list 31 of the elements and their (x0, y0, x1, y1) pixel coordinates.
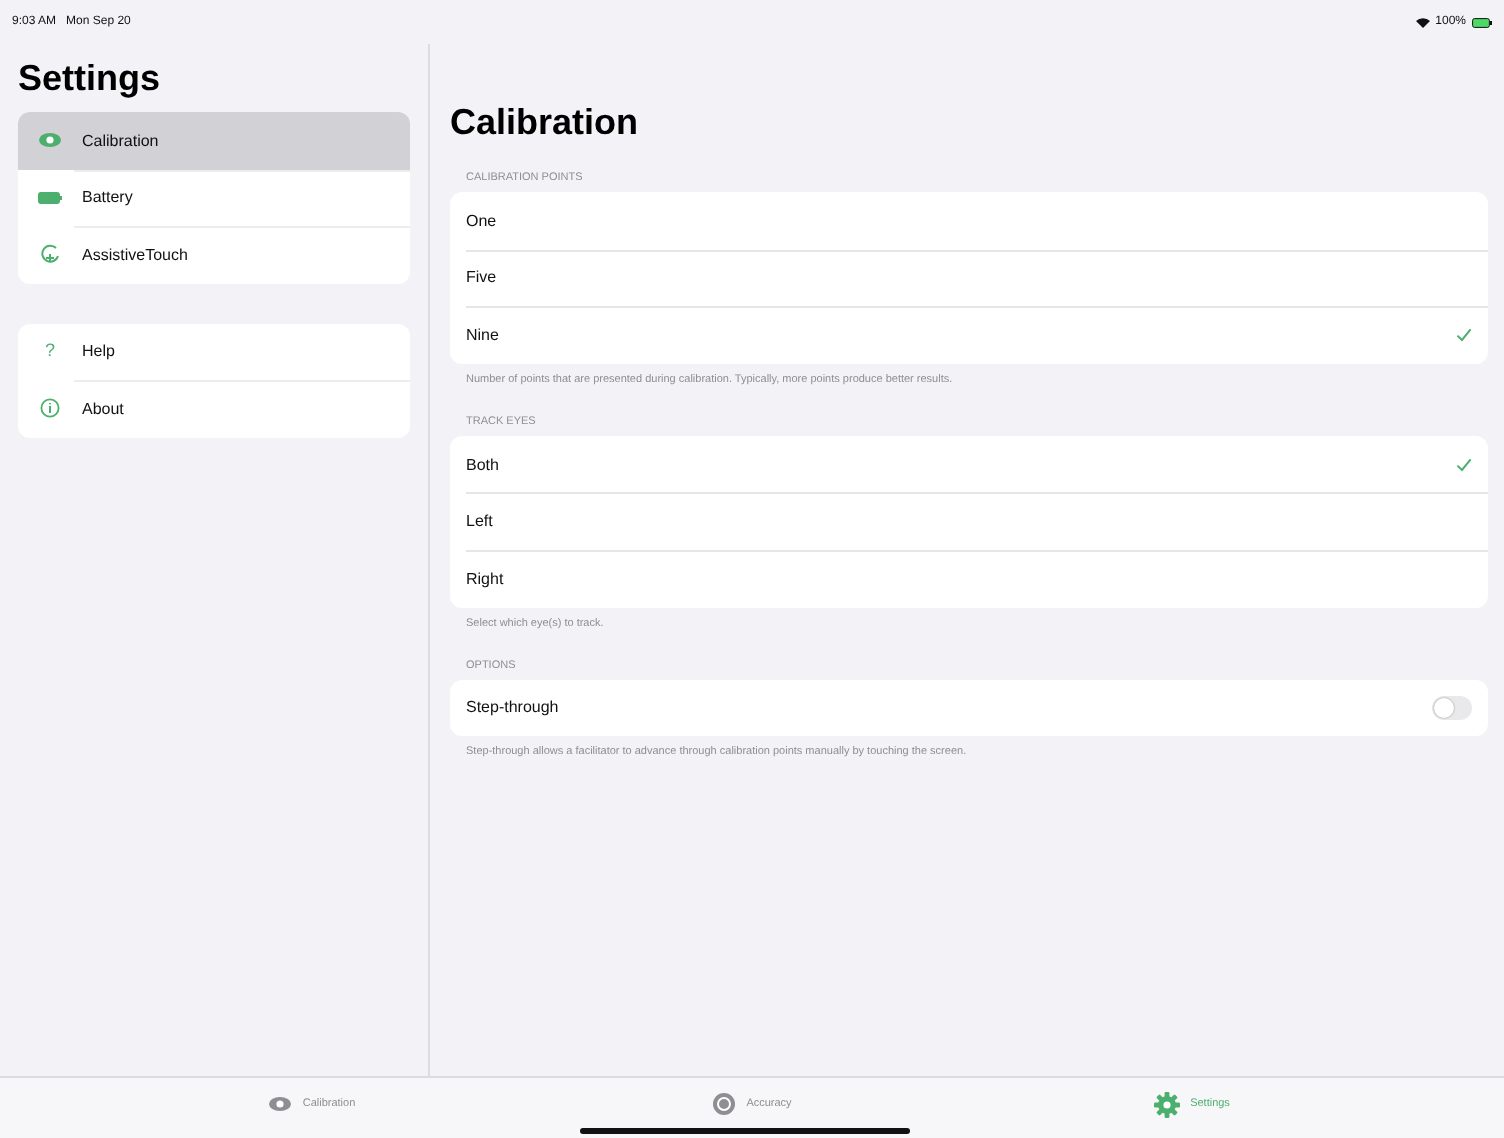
info-icon (40, 398, 60, 419)
eye-icon (268, 1096, 293, 1112)
eye-icon (38, 132, 62, 149)
option-row[interactable]: Right (450, 549, 1488, 608)
battery-icon (1472, 17, 1492, 27)
toggle-switch[interactable] (1432, 695, 1472, 720)
wifi-icon (1415, 17, 1430, 27)
option-label: Five (466, 268, 497, 287)
option-label: Right (466, 569, 504, 588)
option-row[interactable]: One (450, 192, 1488, 250)
target-icon (712, 1092, 737, 1116)
option-label: Left (466, 512, 493, 531)
battery-icon (38, 191, 62, 204)
circle-arrow-icon (40, 244, 60, 265)
option-row[interactable]: Nine (450, 306, 1488, 364)
page-title: Calibration (450, 102, 641, 144)
sidebar-item[interactable]: Calibration (18, 112, 410, 169)
sidebar-item[interactable]: AssistiveTouch (18, 226, 410, 283)
option-label: One (466, 211, 497, 230)
gear-icon (1154, 1091, 1181, 1117)
option-label: Both (466, 455, 499, 474)
toggle-label: Step-through (466, 698, 559, 717)
question-mark-icon: ? (44, 342, 55, 361)
option-row[interactable]: Left (450, 492, 1488, 550)
sidebar-item[interactable]: ? Help (18, 323, 410, 380)
option-label: Nine (466, 325, 499, 344)
sidebar-item[interactable]: Battery (18, 169, 410, 226)
option-row[interactable]: Five (450, 249, 1488, 307)
sidebar-item[interactable]: About (18, 380, 410, 437)
option-row[interactable]: Both (450, 435, 1488, 493)
sidebar-title: Settings (18, 58, 163, 100)
